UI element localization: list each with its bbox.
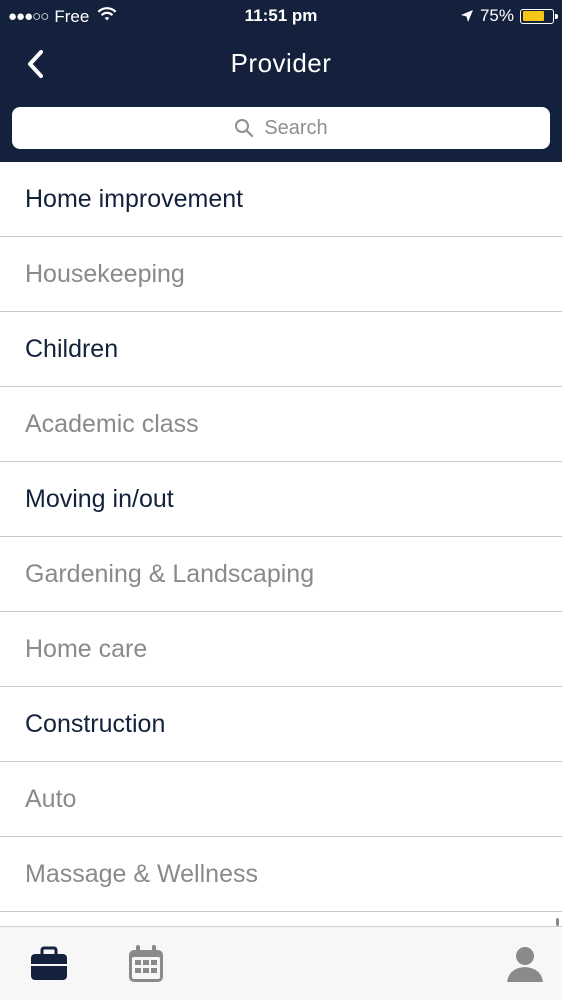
battery-icon bbox=[520, 8, 558, 24]
search-placeholder: Search bbox=[264, 116, 328, 139]
list-item[interactable]: Massage & Wellness bbox=[0, 837, 562, 912]
list-item-label: Construction bbox=[25, 709, 166, 738]
list-item-label: Home care bbox=[25, 634, 148, 663]
list-item[interactable]: Home improvement bbox=[0, 162, 562, 237]
search-icon bbox=[234, 118, 254, 138]
tab-profile[interactable] bbox=[502, 941, 548, 987]
list-item-label: Massage & Wellness bbox=[25, 859, 258, 888]
tab-calendar[interactable] bbox=[123, 941, 169, 987]
battery-level-fill bbox=[522, 11, 544, 21]
profile-icon bbox=[505, 944, 545, 984]
list-item[interactable]: Housekeeping bbox=[0, 237, 562, 312]
category-list: Home improvement Housekeeping Children Acad… bbox=[0, 162, 562, 926]
tab-briefcase[interactable] bbox=[26, 941, 72, 987]
location-arrow-icon bbox=[460, 9, 474, 23]
list-item-label: Moving in/out bbox=[25, 484, 174, 513]
list-item[interactable]: Construction bbox=[0, 687, 562, 762]
scroll-indicator bbox=[556, 918, 559, 926]
status-right: 75% bbox=[460, 6, 558, 26]
list-item[interactable]: Academic class bbox=[0, 387, 562, 462]
list-item-label: Housekeeping bbox=[25, 259, 185, 288]
battery-tip bbox=[555, 13, 558, 19]
status-bar: ●●●○○ Free 11:51 pm 75% bbox=[0, 0, 562, 32]
list-item[interactable]: Gardening & Landscaping bbox=[0, 537, 562, 612]
list-item-label: Auto bbox=[25, 784, 77, 813]
list-item-label: Academic class bbox=[25, 409, 199, 438]
list-item-label: Home improvement bbox=[25, 184, 244, 213]
battery-percent: 75% bbox=[479, 6, 514, 25]
calendar-icon bbox=[126, 944, 166, 984]
briefcase-icon bbox=[29, 946, 69, 982]
list-item[interactable]: Auto bbox=[0, 762, 562, 837]
header: ●●●○○ Free 11:51 pm 75% Provider Search bbox=[0, 0, 562, 162]
list-item-label: Children bbox=[25, 334, 119, 363]
page-title: Provider bbox=[230, 48, 332, 78]
list-item[interactable]: Children bbox=[0, 312, 562, 387]
list-item[interactable]: Moving in/out bbox=[0, 462, 562, 537]
list-item-label: Gardening & Landscaping bbox=[25, 559, 315, 588]
search-input[interactable]: Search bbox=[12, 107, 550, 149]
nav-bar: Provider bbox=[0, 38, 562, 90]
tab-bar bbox=[0, 926, 562, 1000]
list-item[interactable]: Home care bbox=[0, 612, 562, 687]
